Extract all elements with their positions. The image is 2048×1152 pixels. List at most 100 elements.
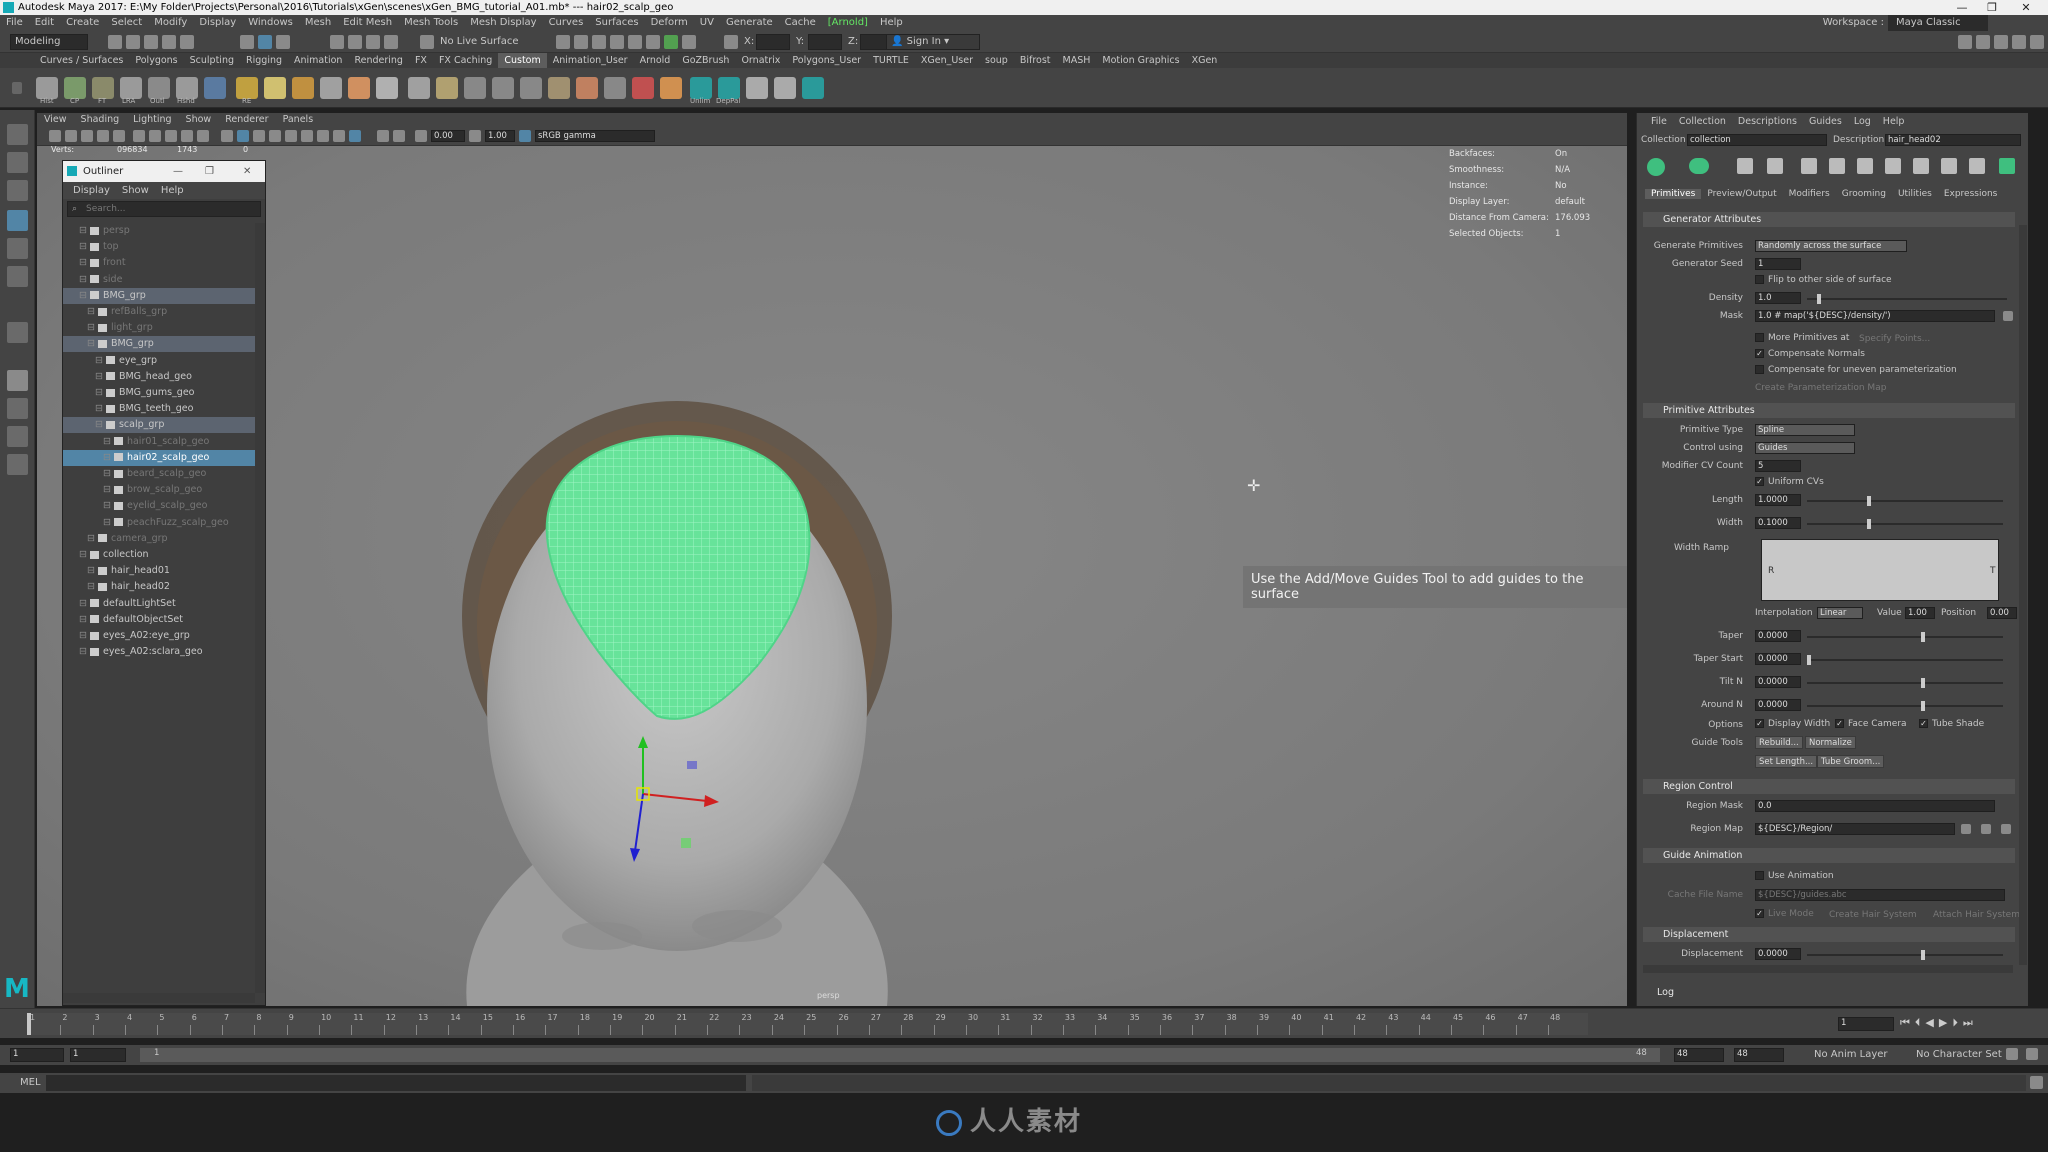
- outliner-row[interactable]: ⊟ hair02_scalp_geo: [63, 449, 255, 466]
- move-tool-icon[interactable]: [7, 210, 28, 231]
- set-length-button[interactable]: Set Length...: [1755, 755, 1818, 768]
- primitive-attributes-header[interactable]: Primitive Attributes: [1643, 403, 2015, 418]
- film-gate-icon[interactable]: [149, 130, 161, 142]
- arnold-ipr-icon[interactable]: [646, 35, 660, 49]
- gamma-field[interactable]: 1.00: [485, 130, 515, 142]
- end-frame-field[interactable]: 48: [1734, 1048, 1784, 1062]
- guides-to-curves-icon[interactable]: [1885, 158, 1901, 174]
- menu-display[interactable]: Display: [193, 15, 242, 31]
- displacement-header[interactable]: Displacement: [1643, 927, 2015, 942]
- expand-toggle-icon[interactable]: ⊟: [95, 419, 103, 430]
- taper-start-slider[interactable]: [1807, 655, 2003, 665]
- shelf-tab-xgen-user[interactable]: XGen_User: [915, 53, 979, 68]
- flip-surface-box[interactable]: [1755, 275, 1764, 284]
- outliner-menu-help[interactable]: Help: [155, 185, 190, 196]
- guide-animation-header[interactable]: Guide Animation: [1643, 848, 2015, 863]
- preview-icon[interactable]: [1941, 158, 1957, 174]
- shelf-tab-rendering[interactable]: Rendering: [348, 53, 409, 68]
- outliner-row[interactable]: ⊟ camera_grp: [63, 531, 255, 547]
- ambient-occlusion-icon[interactable]: [317, 130, 329, 142]
- outliner-row[interactable]: ⊟ hair_head01: [63, 563, 255, 579]
- xray-icon[interactable]: [393, 130, 405, 142]
- interpolation-dropdown[interactable]: Linear: [1817, 607, 1863, 619]
- outliner-menu-display[interactable]: Display: [67, 185, 116, 196]
- outliner-row[interactable]: ⊟ brow_scalp_geo: [63, 482, 255, 498]
- description-dropdown[interactable]: hair_head02: [1885, 134, 2021, 146]
- menu-modify[interactable]: Modify: [148, 15, 193, 31]
- expand-toggle-icon[interactable]: ⊟: [79, 646, 87, 657]
- displacement-field[interactable]: 0.0000: [1755, 948, 1801, 960]
- width-field[interactable]: 0.1000: [1755, 517, 1801, 529]
- uv-grid-icon[interactable]: [492, 77, 514, 99]
- shelf-tab-rigging[interactable]: Rigging: [240, 53, 288, 68]
- outliner-layout-icon[interactable]: [7, 454, 28, 475]
- wireframe-icon[interactable]: [221, 130, 233, 142]
- paint-map-icon[interactable]: [1961, 824, 1971, 834]
- tab-preview-output[interactable]: Preview/Output: [1701, 189, 1782, 199]
- playback-controls[interactable]: ⏮⏴◀▶⏵⏭: [1900, 1016, 1978, 1030]
- grid-icon[interactable]: [464, 77, 486, 99]
- expand-toggle-icon[interactable]: ⊟: [79, 598, 87, 609]
- tool-settings-icon[interactable]: [2030, 35, 2044, 49]
- snap-curve-icon[interactable]: [348, 35, 362, 49]
- vp-menu-view[interactable]: View: [37, 113, 74, 127]
- density-field[interactable]: 1.0: [1755, 292, 1801, 304]
- expand-toggle-icon[interactable]: ⊟: [87, 565, 95, 576]
- log-header[interactable]: Log: [1637, 985, 2017, 1000]
- select-tool-icon[interactable]: [7, 124, 28, 145]
- outliner-row[interactable]: ⊟ BMG_gums_geo: [63, 385, 255, 401]
- use-animation-checkbox[interactable]: Use Animation: [1755, 871, 1834, 881]
- control-using-dropdown[interactable]: Guides: [1755, 442, 1855, 454]
- expand-toggle-icon[interactable]: ⊟: [87, 533, 95, 544]
- taper-start-field[interactable]: 0.0000: [1755, 653, 1801, 665]
- transform-input-icon[interactable]: [724, 35, 738, 49]
- expand-toggle-icon[interactable]: ⊟: [79, 290, 87, 301]
- shelf-tab-turtle[interactable]: TURTLE: [867, 53, 915, 68]
- expand-toggle-icon[interactable]: ⊟: [79, 630, 87, 641]
- render-editor-icon[interactable]: [236, 77, 258, 99]
- menu-create[interactable]: Create: [60, 15, 105, 31]
- field-chart-icon[interactable]: [197, 130, 209, 142]
- open-scene-icon[interactable]: [126, 35, 140, 49]
- display-width-box[interactable]: ✓: [1755, 719, 1764, 728]
- rebuild-button[interactable]: Rebuild...: [1755, 736, 1803, 749]
- outliner-row[interactable]: ⊟ beard_scalp_geo: [63, 466, 255, 482]
- expand-toggle-icon[interactable]: ⊟: [95, 403, 103, 414]
- x-field[interactable]: [756, 34, 790, 50]
- grid-toggle-icon[interactable]: [133, 130, 145, 142]
- density-slider[interactable]: [1807, 294, 2007, 304]
- xgen-menu-file[interactable]: File: [1645, 116, 1673, 127]
- attribute-editor-icon[interactable]: [2012, 35, 2026, 49]
- menu-arnold[interactable]: [Arnold]: [822, 15, 874, 31]
- use-animation-box[interactable]: [1755, 871, 1764, 880]
- image-plane-icon[interactable]: [97, 130, 109, 142]
- length-slider-knob[interactable]: [1867, 496, 1871, 506]
- vp-menu-show[interactable]: Show: [179, 113, 219, 127]
- diamond-tool-icon[interactable]: [264, 77, 286, 99]
- workspace-dropdown[interactable]: Maya Classic: [1888, 15, 1988, 31]
- displacement-slider-knob[interactable]: [1921, 950, 1925, 960]
- outliner-row[interactable]: ⊟ light_grp: [63, 320, 255, 336]
- exposure-icon[interactable]: [415, 130, 427, 142]
- snap-point-icon[interactable]: [366, 35, 380, 49]
- width-slider[interactable]: [1807, 519, 2003, 529]
- generate-primitives-dropdown[interactable]: Randomly across the surface: [1755, 240, 1907, 252]
- select-hierarchy-icon[interactable]: [240, 35, 254, 49]
- menu-deform[interactable]: Deform: [645, 15, 694, 31]
- history-icon[interactable]: [36, 77, 58, 99]
- clear-preview-icon[interactable]: [1969, 158, 1985, 174]
- outliner-titlebar[interactable]: Outliner — ❐ ✕: [63, 161, 265, 182]
- expand-toggle-icon[interactable]: ⊟: [103, 500, 111, 511]
- outliner-row[interactable]: ⊟ eyes_A02:sclara_geo: [63, 644, 255, 660]
- shelf-tab-motion-graphics[interactable]: Motion Graphics: [1096, 53, 1185, 68]
- create-param-map-button[interactable]: Create Parameterization Map: [1755, 383, 1886, 393]
- shelf-tab-arnold[interactable]: Arnold: [634, 53, 677, 68]
- motion-blur-icon[interactable]: [333, 130, 345, 142]
- outliner-row[interactable]: ⊟ BMG_grp: [63, 287, 255, 304]
- xgen-shelf-icon[interactable]: [802, 77, 824, 99]
- taper-slider[interactable]: [1807, 632, 2003, 642]
- last-tool-icon[interactable]: [7, 322, 28, 343]
- taper-field[interactable]: 0.0000: [1755, 630, 1801, 642]
- pencil-icon[interactable]: [408, 77, 430, 99]
- freeze-transform-icon[interactable]: [92, 77, 114, 99]
